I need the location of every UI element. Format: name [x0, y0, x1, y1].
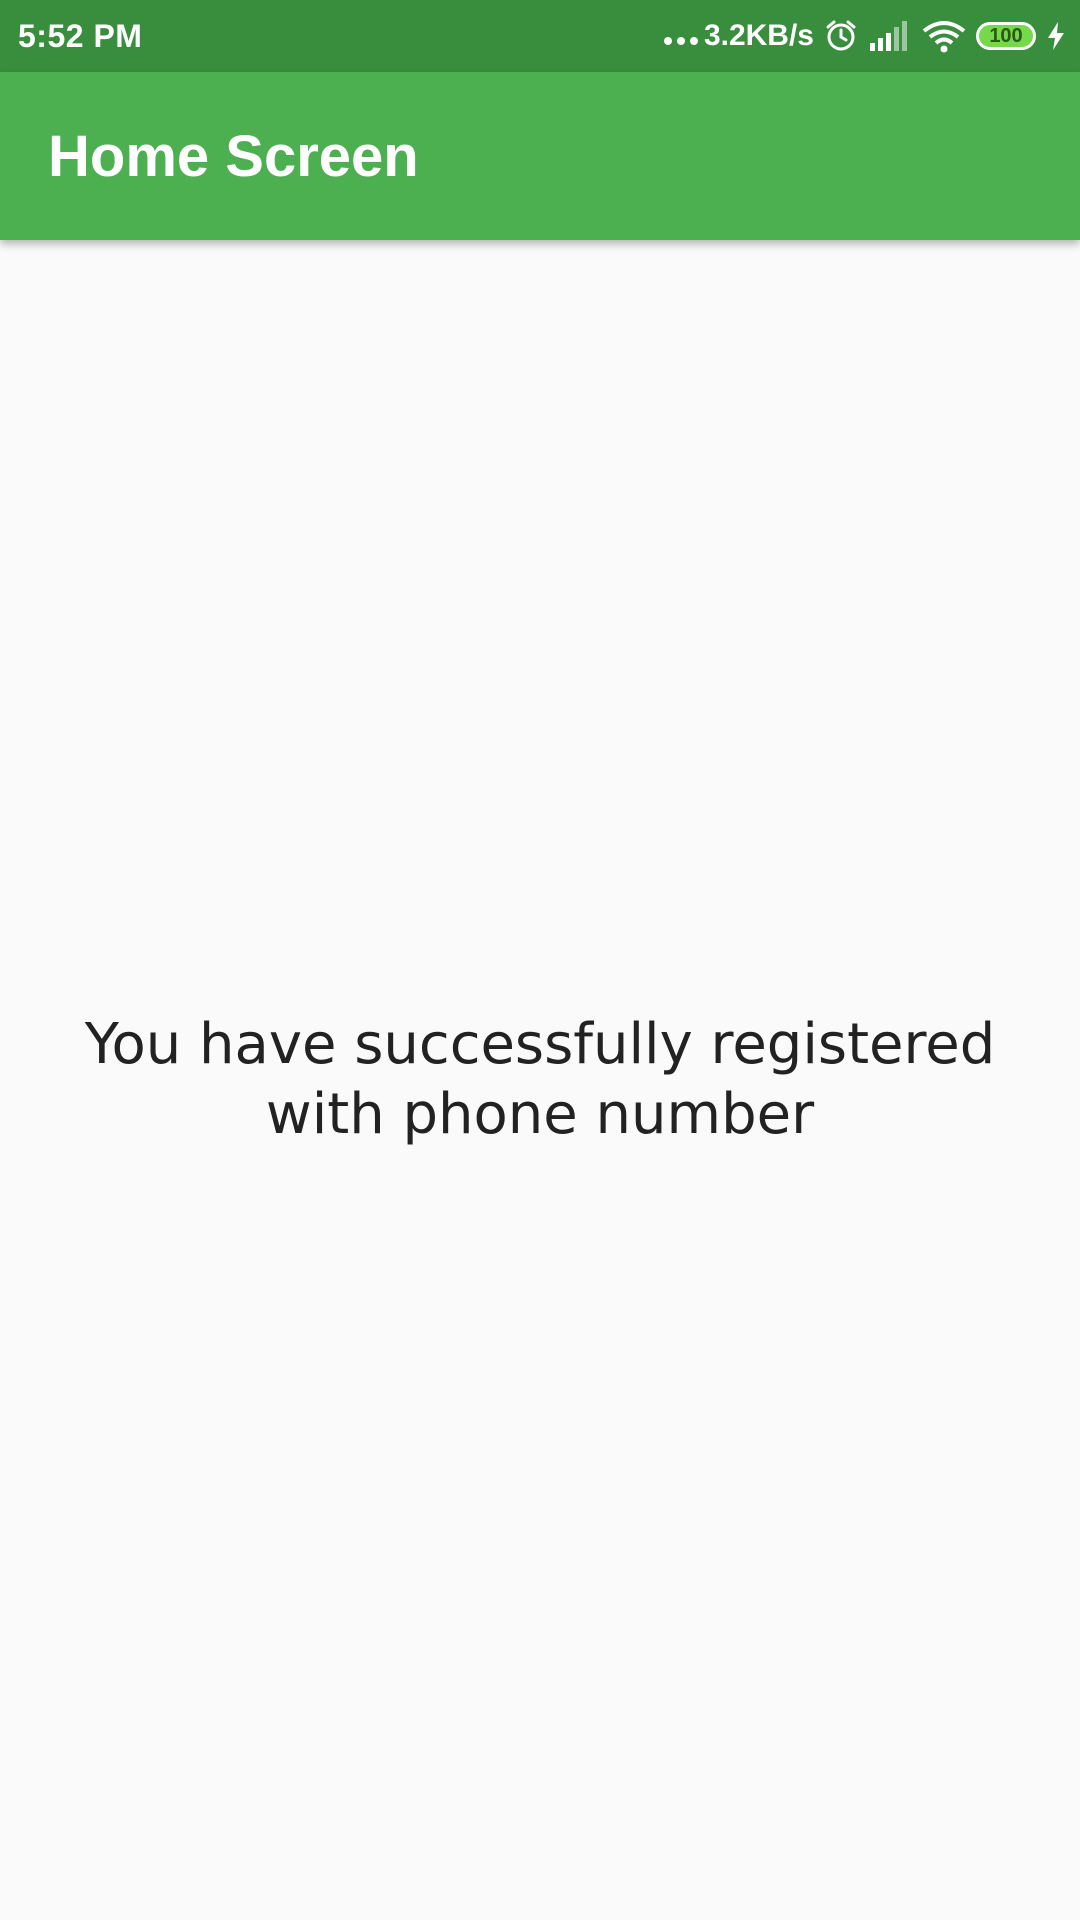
status-icons: 3.2KB/s 100: [663, 0, 1066, 72]
network-speed: 3.2KB/s: [703, 19, 814, 52]
status-time: 5:52 PM: [18, 17, 143, 54]
signal-icon: [868, 19, 912, 53]
status-bar: 5:52 PM 3.2KB/s 100: [0, 0, 1080, 72]
battery-level: 100: [989, 25, 1023, 47]
page-title: Home Screen: [48, 123, 419, 189]
screen: 5:52 PM 3.2KB/s 100 Home Screen You have…: [0, 0, 1080, 1920]
app-bar: Home Screen: [0, 72, 1080, 240]
alarm-icon: [824, 19, 858, 53]
charging-icon: [1046, 21, 1066, 51]
dots-icon: [663, 37, 698, 45]
wifi-icon: [922, 19, 966, 53]
success-message: You have successfully registered with ph…: [84, 1012, 996, 1147]
battery-icon: 100: [976, 22, 1036, 50]
